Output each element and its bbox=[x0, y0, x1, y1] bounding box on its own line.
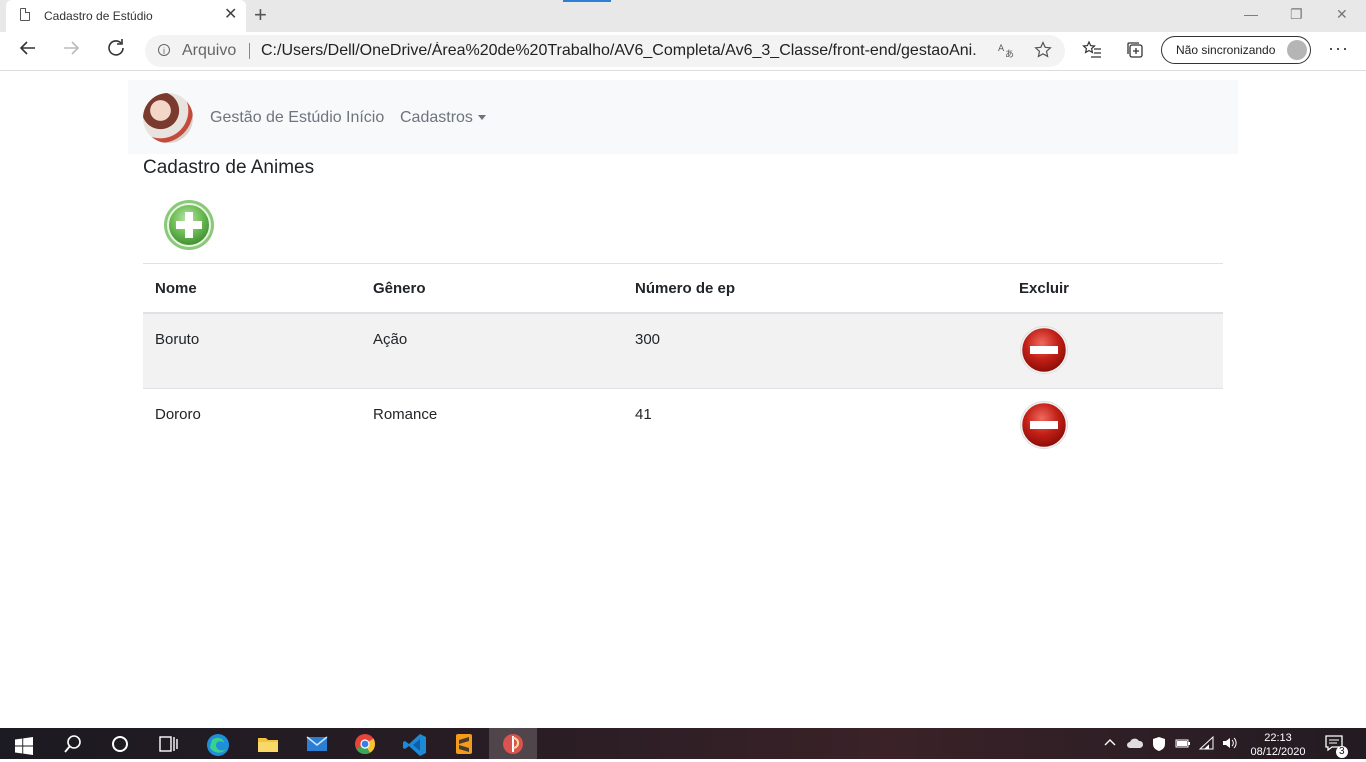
nav-dropdown-cadastros[interactable]: Cadastros bbox=[400, 109, 473, 127]
cell-nome: Boruto bbox=[143, 312, 361, 389]
navbar-brand[interactable]: Gestão de Estúdio bbox=[210, 109, 342, 127]
edge-icon[interactable] bbox=[206, 733, 229, 756]
anime-table-container: Nome Gênero Número de ep Excluir Boruto … bbox=[143, 263, 1223, 463]
delete-button[interactable] bbox=[1019, 325, 1069, 375]
read-aloud-icon[interactable]: Aあ bbox=[997, 41, 1015, 64]
collections-icon[interactable] bbox=[1125, 40, 1145, 66]
header-genero: Gênero bbox=[361, 263, 623, 314]
mail-icon[interactable] bbox=[306, 733, 328, 755]
clock-date: 08/12/2020 bbox=[1250, 746, 1306, 758]
cell-excluir bbox=[1007, 388, 1223, 463]
notification-count-badge: 3 bbox=[1336, 746, 1348, 758]
cell-episodios-text: 300 bbox=[635, 331, 661, 348]
cell-excluir bbox=[1007, 312, 1223, 389]
table-row: Dororo Romance 41 bbox=[143, 388, 1223, 463]
tab-close-button[interactable]: ✕ bbox=[224, 6, 237, 24]
favorites-icon[interactable] bbox=[1082, 40, 1102, 66]
explorer-icon[interactable] bbox=[257, 733, 279, 755]
browser-toolbar: i Arquivo C:/Users/Dell/OneDrive/Área%20… bbox=[0, 32, 1366, 71]
cell-episodios-text: 41 bbox=[635, 406, 652, 423]
cell-episodios: 41 bbox=[623, 388, 1007, 463]
add-icon bbox=[164, 200, 214, 250]
header-nome: Nome bbox=[143, 263, 361, 314]
delete-button[interactable] bbox=[1019, 400, 1069, 450]
search-icon[interactable] bbox=[62, 733, 84, 755]
table-header-row: Nome Gênero Número de ep Excluir bbox=[143, 263, 1223, 314]
chrome-icon[interactable] bbox=[354, 733, 376, 755]
task-view-icon[interactable] bbox=[157, 733, 179, 755]
tab-title: Cadastro de Estúdio bbox=[44, 9, 153, 23]
restore-button[interactable]: ❐ bbox=[1290, 5, 1303, 23]
back-icon[interactable] bbox=[18, 38, 38, 64]
brand-logo[interactable] bbox=[143, 93, 193, 143]
add-anime-button[interactable] bbox=[163, 199, 215, 251]
star-icon[interactable] bbox=[1034, 41, 1052, 64]
cell-episodios: 300 bbox=[623, 312, 1007, 389]
svg-text:あ: あ bbox=[1005, 49, 1014, 59]
tab-strip-accent bbox=[563, 0, 611, 2]
address-prefix: Arquivo bbox=[182, 42, 237, 59]
clock-time: 22:13 bbox=[1264, 732, 1292, 744]
minimize-button[interactable]: — bbox=[1244, 5, 1258, 23]
browser-tab[interactable]: Cadastro de Estúdio ✕ bbox=[6, 0, 246, 32]
battery-icon[interactable] bbox=[1175, 736, 1191, 753]
address-divider bbox=[249, 43, 250, 59]
document-icon bbox=[20, 8, 30, 21]
windows-icon[interactable] bbox=[15, 737, 37, 759]
cell-genero-text: Romance bbox=[373, 406, 438, 423]
anime-table: Nome Gênero Número de ep Excluir Boruto … bbox=[143, 263, 1223, 463]
svg-text:A: A bbox=[998, 44, 1005, 54]
chevron-up-icon[interactable] bbox=[1103, 736, 1117, 753]
window-close-button[interactable]: ✕ bbox=[1336, 5, 1348, 23]
cell-nome: Dororo bbox=[143, 388, 361, 463]
address-bar[interactable]: i Arquivo C:/Users/Dell/OneDrive/Área%20… bbox=[145, 35, 1065, 67]
info-icon[interactable]: i bbox=[158, 44, 170, 56]
delete-icon bbox=[1020, 401, 1068, 449]
volume-icon[interactable] bbox=[1222, 736, 1238, 753]
cell-genero: Ação bbox=[361, 312, 623, 389]
site-navbar: Gestão de Estúdio Início Cadastros bbox=[128, 80, 1238, 154]
onedrive-icon[interactable] bbox=[1126, 736, 1144, 753]
url-text[interactable]: C:/Users/Dell/OneDrive/Área%20de%20Traba… bbox=[261, 42, 977, 60]
table-row: Boruto Ação 300 bbox=[143, 312, 1223, 389]
sync-label: Não sincronizando bbox=[1176, 43, 1276, 57]
profile-icon bbox=[1287, 40, 1307, 60]
cell-genero-text: Ação bbox=[373, 331, 408, 348]
cell-genero: Romance bbox=[361, 388, 623, 463]
sync-button[interactable]: Não sincronizando bbox=[1161, 36, 1311, 64]
header-excluir: Excluir bbox=[1007, 263, 1223, 314]
sublime-icon[interactable] bbox=[453, 733, 475, 755]
vscode-icon[interactable] bbox=[403, 733, 426, 756]
cortana-icon[interactable] bbox=[109, 733, 131, 755]
browser-tab-bar: Cadastro de Estúdio ✕ + — ❐ ✕ bbox=[0, 0, 1366, 32]
cell-nome-text: Boruto bbox=[155, 331, 200, 348]
cell-nome-text: Dororo bbox=[155, 406, 201, 423]
system-clock[interactable]: 22:13 08/12/2020 bbox=[1250, 731, 1306, 759]
forward-icon[interactable] bbox=[61, 38, 81, 64]
wifi-icon[interactable] bbox=[1198, 735, 1215, 753]
new-tab-button[interactable]: + bbox=[254, 3, 267, 27]
app-icon[interactable] bbox=[502, 733, 524, 755]
windows-taskbar: 22:13 08/12/2020 3 bbox=[0, 728, 1366, 759]
header-numero-ep: Número de ep bbox=[623, 263, 1007, 314]
page-title: Cadastro de Animes bbox=[143, 157, 315, 178]
defender-icon[interactable] bbox=[1152, 736, 1166, 755]
caret-down-icon[interactable] bbox=[478, 115, 486, 120]
delete-icon bbox=[1020, 326, 1068, 374]
refresh-icon[interactable] bbox=[106, 38, 126, 64]
more-menu-button[interactable]: ··· bbox=[1328, 38, 1349, 59]
nav-link-inicio[interactable]: Início bbox=[346, 109, 384, 127]
